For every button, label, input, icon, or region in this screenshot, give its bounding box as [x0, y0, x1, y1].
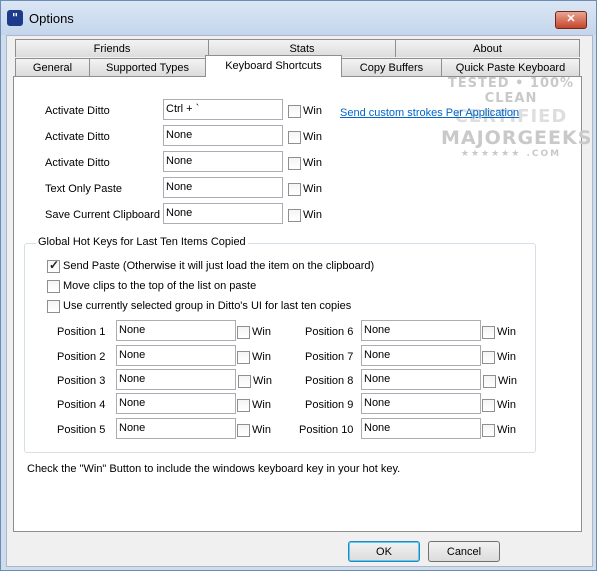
- position-label: Position 9: [305, 399, 354, 411]
- position-label: Position 5: [57, 424, 106, 436]
- win-checkbox[interactable]: [237, 351, 250, 364]
- title-bar: " Options ✕: [1, 1, 596, 35]
- send-paste-label: Send Paste (Otherwise it will just load …: [63, 260, 375, 272]
- win-label: Win: [303, 105, 322, 117]
- win-checkbox[interactable]: [482, 351, 495, 364]
- send-paste-checkbox[interactable]: [47, 258, 60, 273]
- win-checkbox[interactable]: [237, 424, 250, 437]
- win-label: Win: [252, 351, 271, 363]
- position-hotkey-field[interactable]: None: [361, 418, 481, 439]
- group-title: Global Hot Keys for Last Ten Items Copie…: [36, 236, 248, 248]
- position-label: Position 7: [305, 351, 354, 363]
- hotkey-field[interactable]: None: [163, 177, 283, 198]
- win-label: Win: [252, 399, 271, 411]
- win-label: Win: [303, 209, 322, 221]
- win-label: Win: [497, 399, 516, 411]
- close-button[interactable]: ✕: [555, 11, 587, 29]
- win-checkbox[interactable]: [288, 183, 301, 196]
- win-label: Win: [497, 326, 516, 338]
- position-hotkey-field[interactable]: None: [361, 320, 481, 341]
- win-label: Win: [497, 351, 516, 363]
- use-selected-group-checkbox[interactable]: [47, 300, 60, 313]
- win-checkbox[interactable]: [237, 399, 250, 412]
- position-hotkey-field[interactable]: None: [116, 345, 236, 366]
- position-hotkey-field[interactable]: None: [116, 418, 236, 439]
- footer-note: Check the "Win" Button to include the wi…: [27, 463, 401, 475]
- move-clips-checkbox[interactable]: [47, 280, 60, 293]
- win-checkbox[interactable]: [288, 157, 301, 170]
- win-label: Win: [303, 157, 322, 169]
- position-label: Position 4: [57, 399, 106, 411]
- position-hotkey-field[interactable]: None: [116, 369, 236, 390]
- win-label: Win: [252, 424, 271, 436]
- shortcut-label: Activate Ditto: [45, 105, 110, 117]
- win-checkbox[interactable]: [288, 209, 301, 222]
- position-label: Position 1: [57, 326, 106, 338]
- tab-supported-types[interactable]: Supported Types: [89, 58, 206, 76]
- shortcut-label: Activate Ditto: [45, 157, 110, 169]
- win-checkbox[interactable]: [288, 131, 301, 144]
- tab-copy-buffers[interactable]: Copy Buffers: [341, 58, 442, 76]
- win-label: Win: [252, 326, 271, 338]
- win-label: Win: [303, 183, 322, 195]
- ok-button[interactable]: OK: [348, 541, 420, 562]
- win-checkbox[interactable]: [482, 424, 495, 437]
- move-clips-label: Move clips to the top of the list on pas…: [63, 280, 257, 292]
- position-hotkey-field[interactable]: None: [361, 345, 481, 366]
- position-label: Position 6: [305, 326, 354, 338]
- position-hotkey-field[interactable]: None: [361, 393, 481, 414]
- hotkey-field[interactable]: None: [163, 125, 283, 146]
- win-checkbox[interactable]: [482, 399, 495, 412]
- position-label: Position 2: [57, 351, 106, 363]
- cancel-button[interactable]: Cancel: [428, 541, 500, 562]
- win-label: Win: [497, 424, 516, 436]
- use-selected-group-label: Use currently selected group in Ditto's …: [63, 300, 352, 312]
- hotkey-field[interactable]: None: [163, 151, 283, 172]
- send-custom-strokes-link[interactable]: Send custom strokes Per Application: [340, 107, 519, 119]
- tab-quick-paste-keyboard[interactable]: Quick Paste Keyboard: [441, 58, 580, 76]
- tab-general[interactable]: General: [15, 58, 90, 76]
- win-checkbox[interactable]: [238, 375, 251, 388]
- position-hotkey-field[interactable]: None: [116, 320, 236, 341]
- win-label: Win: [303, 131, 322, 143]
- tab-friends[interactable]: Friends: [15, 39, 209, 57]
- hotkey-field[interactable]: Ctrl + `: [163, 99, 283, 120]
- tab-keyboard-shortcuts[interactable]: Keyboard Shortcuts: [205, 55, 342, 77]
- shortcut-label: Text Only Paste: [45, 183, 123, 195]
- shortcut-label: Activate Ditto: [45, 131, 110, 143]
- win-label: Win: [253, 375, 272, 387]
- position-label: Position 10: [299, 424, 354, 436]
- position-hotkey-field[interactable]: None: [116, 393, 236, 414]
- shortcut-label: Save Current Clipboard: [45, 209, 160, 221]
- hotkey-field[interactable]: None: [163, 203, 283, 224]
- tab-about[interactable]: About: [395, 39, 580, 57]
- position-label: Position 8: [305, 375, 354, 387]
- win-checkbox[interactable]: [483, 375, 496, 388]
- win-label: Win: [498, 375, 517, 387]
- win-checkbox[interactable]: [288, 105, 301, 118]
- options-window: " Options ✕ Friends Stats About General …: [0, 0, 597, 571]
- win-checkbox[interactable]: [482, 326, 495, 339]
- position-label: Position 3: [57, 375, 106, 387]
- ditto-app-icon: ": [7, 10, 23, 26]
- win-checkbox[interactable]: [237, 326, 250, 339]
- position-hotkey-field[interactable]: None: [361, 369, 481, 390]
- window-title: Options: [29, 11, 74, 26]
